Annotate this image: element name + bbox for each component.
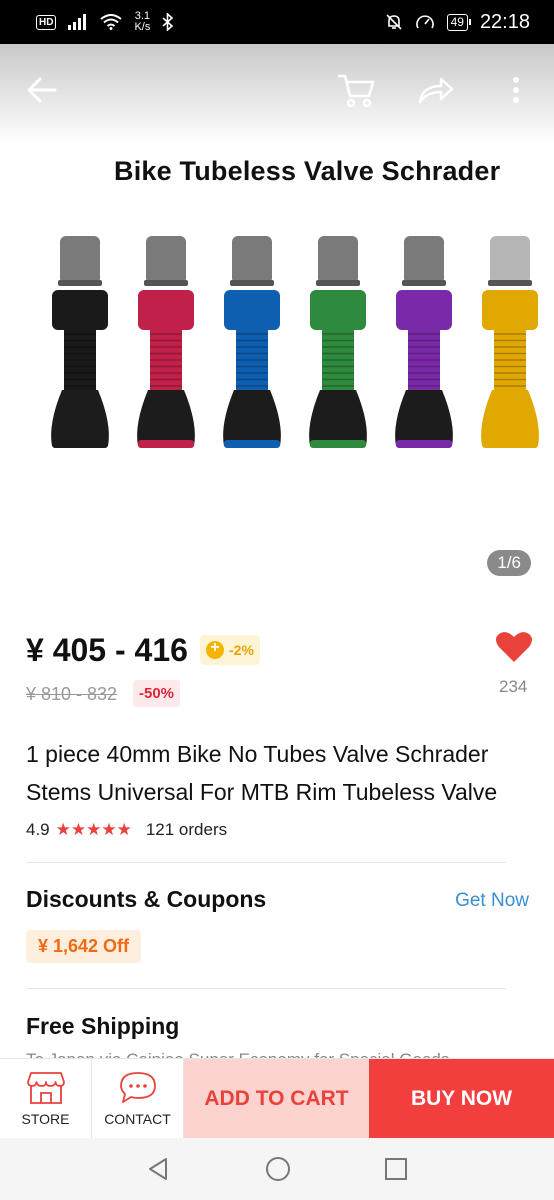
rating-stars: ★★★★★ bbox=[55, 820, 132, 839]
rating-value: 4.9 bbox=[26, 820, 50, 839]
discounts-title: Discounts & Coupons bbox=[26, 886, 267, 912]
get-now-link[interactable]: Get Now bbox=[455, 890, 529, 912]
system-nav-bar bbox=[0, 1138, 554, 1200]
bluetooth-icon bbox=[162, 13, 174, 31]
recents-nav-icon[interactable] bbox=[384, 1157, 408, 1181]
share-icon bbox=[418, 77, 454, 104]
chat-icon bbox=[119, 1071, 156, 1103]
heart-icon bbox=[496, 632, 532, 662]
status-bar: HD 3.1 K/s 49 22:18 bbox=[0, 0, 554, 44]
product-image-gallery[interactable]: Bike Tubeless Valve Schrader 1/6 bbox=[0, 44, 554, 596]
more-button[interactable] bbox=[494, 68, 538, 112]
back-button[interactable] bbox=[20, 68, 64, 112]
discount-badge: -50% bbox=[133, 680, 181, 707]
valve-stem bbox=[309, 236, 367, 448]
orders-count: 121 orders bbox=[145, 820, 228, 839]
home-nav-icon[interactable] bbox=[264, 1155, 292, 1183]
add-to-cart-button[interactable]: ADD TO CART bbox=[184, 1059, 369, 1138]
valve-stem bbox=[51, 236, 109, 448]
wishlist-button[interactable] bbox=[495, 630, 533, 668]
battery-icon: 49 bbox=[446, 13, 472, 31]
cart-button[interactable] bbox=[334, 68, 378, 112]
cart-icon bbox=[338, 74, 375, 108]
mute-icon bbox=[386, 14, 402, 30]
store-button[interactable]: STORE bbox=[0, 1059, 92, 1138]
speedometer-icon bbox=[415, 15, 434, 29]
buy-now-button[interactable]: BUY NOW bbox=[369, 1059, 554, 1138]
valve-stem bbox=[481, 236, 539, 448]
valve-stem bbox=[395, 236, 453, 448]
original-price: ¥ 810 - 832 bbox=[26, 684, 118, 704]
current-price: ¥ 405 - 416 bbox=[26, 632, 188, 668]
share-button[interactable] bbox=[414, 68, 458, 112]
contact-button[interactable]: CONTACT bbox=[92, 1059, 184, 1138]
image-counter: 1/6 bbox=[487, 550, 531, 576]
wishlist-count: 234 bbox=[499, 677, 528, 696]
valve-stems-image bbox=[51, 236, 539, 448]
hd-icon: HD bbox=[36, 14, 57, 30]
shipping-title: Free Shipping bbox=[26, 1013, 180, 1039]
store-icon bbox=[26, 1071, 65, 1104]
back-nav-icon[interactable] bbox=[146, 1156, 172, 1182]
wifi-icon bbox=[100, 14, 123, 30]
coin-icon bbox=[206, 639, 224, 659]
valve-stem bbox=[137, 236, 195, 448]
contact-label: CONTACT bbox=[104, 1110, 171, 1127]
product-title: 1 piece 40mm Bike No Tubes Valve Schrade… bbox=[26, 741, 498, 805]
header-gradient bbox=[0, 44, 554, 144]
more-icon bbox=[513, 77, 519, 103]
signal-icon bbox=[68, 14, 87, 30]
back-arrow-icon bbox=[27, 77, 57, 103]
rating-row[interactable]: 4.9 ★★★★★ 121 orders bbox=[26, 820, 227, 840]
coin-discount-label: -2% bbox=[229, 642, 254, 658]
valve-stem bbox=[223, 236, 281, 448]
divider bbox=[26, 862, 506, 863]
clock: 22:18 bbox=[479, 10, 530, 33]
image-title: Bike Tubeless Valve Schrader bbox=[114, 156, 501, 186]
coupon-badge[interactable]: ¥ 1,642 Off bbox=[26, 930, 142, 963]
coin-discount-badge[interactable]: -2% bbox=[200, 635, 260, 665]
store-label: STORE bbox=[21, 1110, 70, 1127]
bottom-action-bar: STORE CONTACT ADD TO CART BUY NOW bbox=[0, 1058, 554, 1138]
divider bbox=[26, 988, 506, 989]
network-speed: 3.1 K/s bbox=[134, 10, 151, 33]
